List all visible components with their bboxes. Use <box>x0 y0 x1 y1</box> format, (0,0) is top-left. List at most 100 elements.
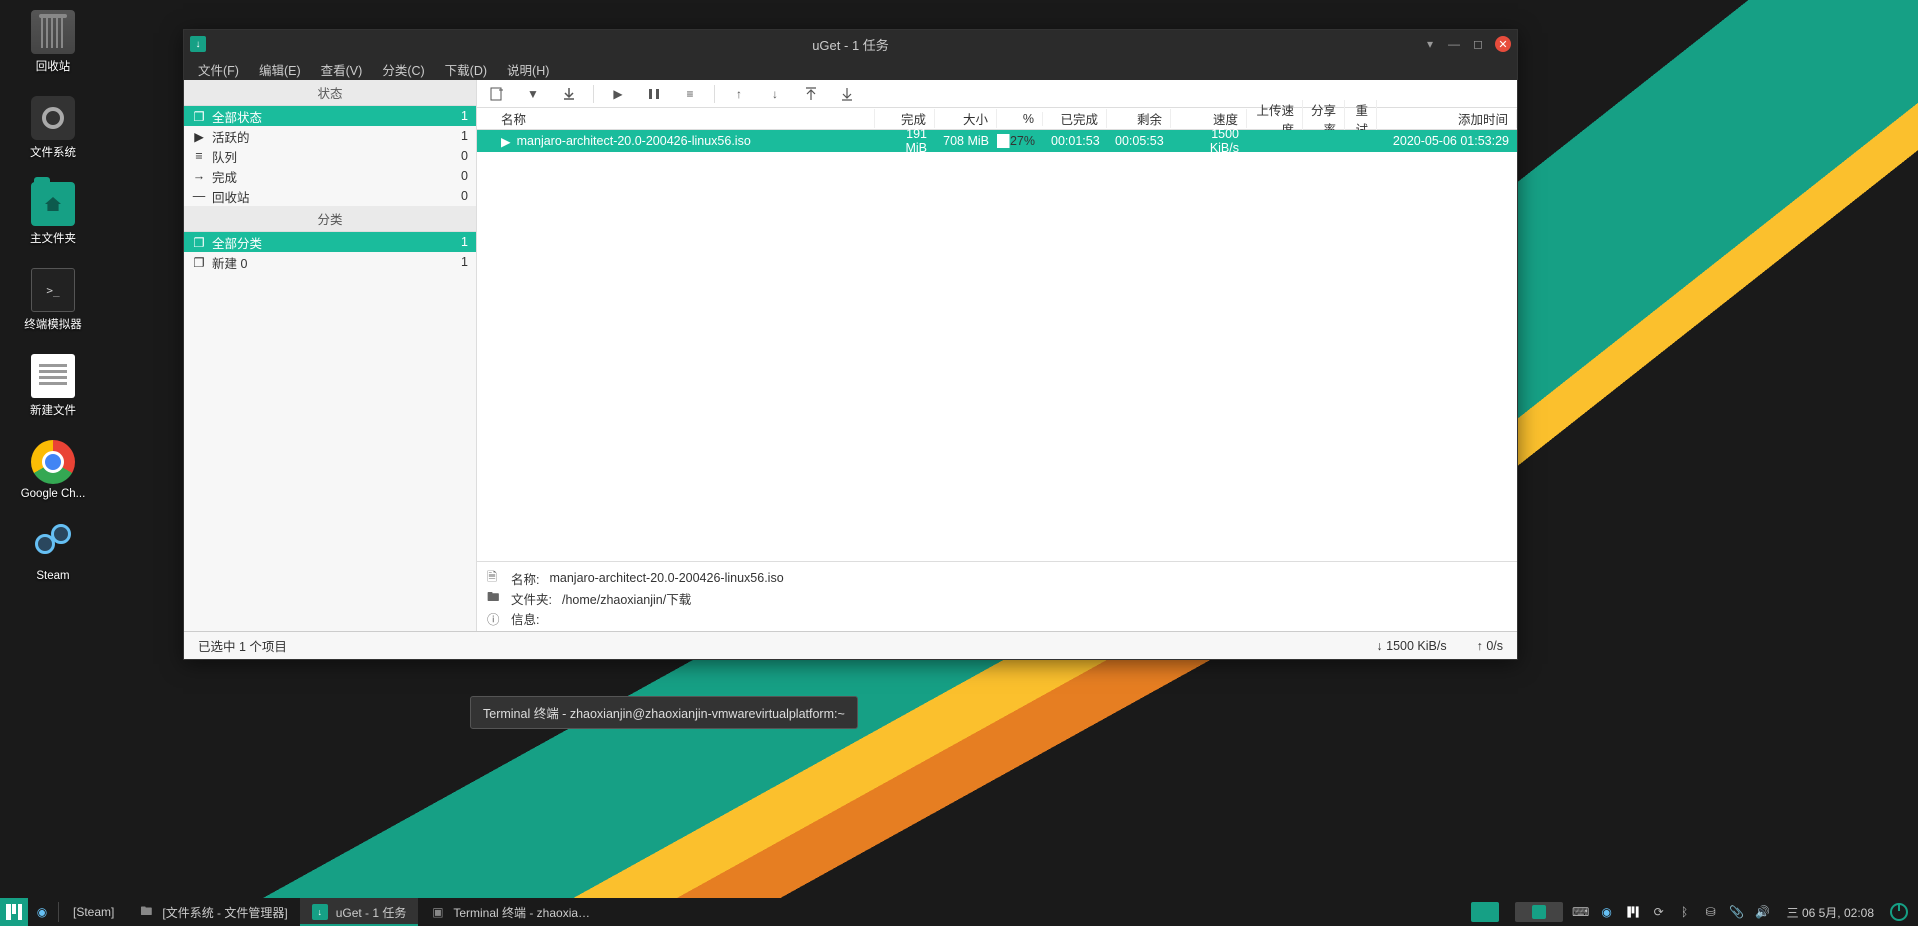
row-speed: 1500 KiB/s <box>1171 127 1247 155</box>
file-icon: 🗎 <box>487 568 501 589</box>
pause-button[interactable] <box>646 86 662 102</box>
desktop-chrome[interactable]: Google Ch... <box>10 440 96 500</box>
task-label: [Steam] <box>73 905 114 919</box>
col-done[interactable]: 完成 <box>875 109 935 128</box>
desktop-newfile[interactable]: 新建文件 <box>10 354 96 418</box>
col-remain[interactable]: 剩余 <box>1107 109 1171 128</box>
label: 全部分类 <box>212 233 262 252</box>
tray-input-method[interactable]: ⌨ <box>1573 904 1589 920</box>
col-added[interactable]: 添加时间 <box>1377 109 1517 128</box>
menu-view[interactable]: 查看(V) <box>311 58 373 81</box>
menu-file[interactable]: 文件(F) <box>188 58 249 81</box>
uget-app-icon: ↓ <box>190 36 206 52</box>
label: 完成 <box>212 167 237 186</box>
label: 新建文件 <box>30 402 76 418</box>
show-desktop-button[interactable] <box>1471 902 1499 922</box>
tooltip: Terminal 终端 - zhaoxianjin@zhaoxianjin-vm… <box>470 696 858 729</box>
logout-button[interactable] <box>1890 903 1908 921</box>
desktop-terminal[interactable]: 终端模拟器 <box>10 268 96 332</box>
count: 1 <box>461 255 468 269</box>
copy-icon: ❐ <box>192 255 206 270</box>
label: 文件系统 <box>30 144 76 160</box>
keep-above-button[interactable]: ▾ <box>1423 37 1437 51</box>
move-bottom-button[interactable] <box>839 86 855 102</box>
play-icon: ▶ <box>501 134 511 149</box>
move-top-button[interactable] <box>803 86 819 102</box>
new-download-button[interactable] <box>489 86 505 102</box>
sidebar-category-all[interactable]: ❐全部分类1 <box>184 232 476 252</box>
tray-clipboard[interactable]: 📎 <box>1729 904 1745 920</box>
minimize-button[interactable]: — <box>1447 37 1461 51</box>
count: 0 <box>461 189 468 203</box>
sidebar-status-recycle[interactable]: —回收站0 <box>184 186 476 206</box>
task-steam[interactable]: [Steam] <box>61 898 126 926</box>
detail-folder-label: 文件夹: <box>511 589 552 608</box>
table-row[interactable]: ▶manjaro-architect-20.0-200426-linux56.i… <box>477 130 1517 152</box>
chrome-icon <box>31 440 75 484</box>
tray-uget-indicator[interactable] <box>1515 902 1563 922</box>
detail-name-label: 名称: <box>511 569 539 588</box>
start-menu-button[interactable] <box>0 898 28 926</box>
main-panel: ▼ ▶ ≡ ↑ ↓ 名称 完成 大小 % 已完成 <box>477 80 1517 631</box>
task-filemanager[interactable]: 🖿[文件系统 - 文件管理器] <box>126 898 299 926</box>
save-button[interactable] <box>561 86 577 102</box>
sidebar-status-all[interactable]: ❐全部状态1 <box>184 106 476 126</box>
sidebar-status-active[interactable]: ▶活跃的1 <box>184 126 476 146</box>
maximize-button[interactable]: ◻ <box>1471 37 1485 51</box>
tray-updates[interactable]: ⟳ <box>1651 904 1667 920</box>
table-header[interactable]: 名称 完成 大小 % 已完成 剩余 速度 上传速度 分享率 重试 添加时间 <box>477 108 1517 130</box>
sidebar-category-new0[interactable]: ❐新建 01 <box>184 252 476 272</box>
manjaro-logo-icon <box>6 904 22 920</box>
details-panel: 🗎 名称: manjaro-architect-20.0-200426-linux5… <box>477 561 1517 631</box>
sidebar-status-queue[interactable]: ≡队列0 <box>184 146 476 166</box>
titlebar[interactable]: ↓ uGet - 1 任务 ▾ — ◻ ✕ <box>184 30 1517 58</box>
detail-name-value: manjaro-architect-20.0-200426-linux56.is… <box>549 571 783 585</box>
tray-steam[interactable]: ◉ <box>1599 904 1615 920</box>
uget-icon <box>1532 905 1546 919</box>
properties-button[interactable]: ≡ <box>682 86 698 102</box>
col-name[interactable]: 名称 <box>493 109 875 128</box>
count: 1 <box>461 235 468 249</box>
desktop-trash[interactable]: 回收站 <box>10 10 96 74</box>
task-terminal[interactable]: ▣Terminal 终端 - zhaoxianjin... <box>418 898 608 926</box>
tray-disk[interactable]: ⛁ <box>1703 904 1719 920</box>
move-down-button[interactable]: ↓ <box>767 86 783 102</box>
status-header: 状态 <box>184 80 476 106</box>
taskbar-clock[interactable]: 三 06 5月, 02:08 <box>1787 904 1874 921</box>
play-icon: ▶ <box>192 129 206 144</box>
menu-edit[interactable]: 编辑(E) <box>249 58 311 81</box>
copy-icon: ❐ <box>192 109 206 124</box>
label: Steam <box>36 570 69 582</box>
quicklaunch-steam[interactable]: ◉ <box>28 898 56 926</box>
col-elapsed[interactable]: 已完成 <box>1043 109 1107 128</box>
task-label: [文件系统 - 文件管理器] <box>162 904 287 921</box>
col-size[interactable]: 大小 <box>935 109 997 128</box>
col-speed[interactable]: 速度 <box>1171 109 1247 128</box>
task-uget[interactable]: ↓uGet - 1 任务 <box>300 898 419 926</box>
start-button[interactable]: ▶ <box>610 86 626 102</box>
status-down-speed: ↓ 1500 KiB/s <box>1376 639 1446 653</box>
col-pct[interactable]: % <box>997 112 1043 126</box>
desktop-home[interactable]: 主文件夹 <box>10 182 96 246</box>
menu-category[interactable]: 分类(C) <box>372 58 434 81</box>
move-up-button[interactable]: ↑ <box>731 86 747 102</box>
row-remain: 00:05:53 <box>1107 134 1171 148</box>
menu-download[interactable]: 下载(D) <box>435 58 497 81</box>
desktop-steam[interactable]: Steam <box>10 522 96 582</box>
label: 主文件夹 <box>30 230 76 246</box>
status-up-speed: ↑ 0/s <box>1477 639 1503 653</box>
detail-folder-value: /home/zhaoxianjin/下载 <box>562 589 691 608</box>
label: Google Ch... <box>21 488 86 500</box>
tray-bluetooth[interactable]: ᛒ <box>1677 904 1693 920</box>
download-table: 名称 完成 大小 % 已完成 剩余 速度 上传速度 分享率 重试 添加时间 ▶m… <box>477 108 1517 561</box>
row-elapsed: 00:01:53 <box>1043 134 1107 148</box>
tray-volume[interactable]: 🔊 <box>1755 904 1771 920</box>
desktop-filesystem[interactable]: 文件系统 <box>10 96 96 160</box>
folder-icon: 🖿 <box>487 588 501 609</box>
menu-help[interactable]: 说明(H) <box>497 58 559 81</box>
sidebar-status-finished[interactable]: →完成0 <box>184 166 476 186</box>
new-dropdown-button[interactable]: ▼ <box>525 86 541 102</box>
tray-manjaro[interactable] <box>1625 904 1641 920</box>
close-button[interactable]: ✕ <box>1495 36 1511 52</box>
table-empty-area[interactable] <box>477 152 1517 561</box>
